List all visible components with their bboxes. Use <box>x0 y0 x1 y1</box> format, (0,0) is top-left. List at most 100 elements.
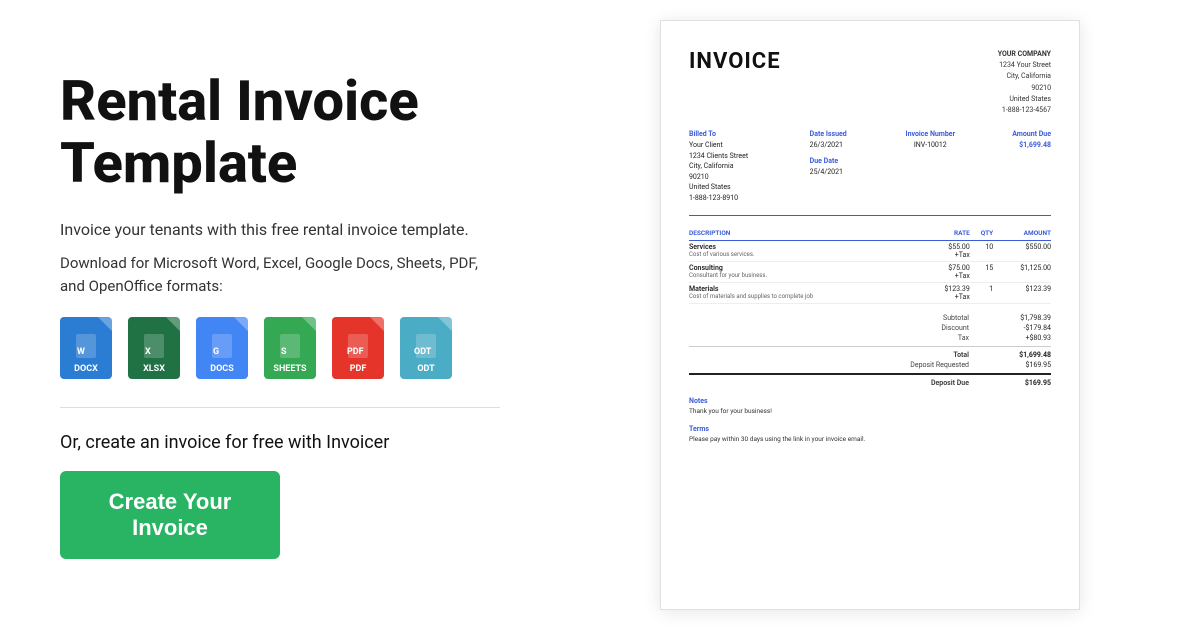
discount-label: Discount <box>881 324 981 332</box>
invoice-totals: Subtotal $1,798.39 Discount -$179.84 Tax… <box>689 314 1051 387</box>
table-row: Materials Cost of materials and supplies… <box>689 283 1051 304</box>
client-name: Your Client <box>689 140 790 151</box>
create-invoice-button[interactable]: Create Your Invoice <box>60 471 280 559</box>
invoice-terms: Terms Please pay within 30 days using th… <box>689 425 1051 443</box>
client-city: City, California <box>689 161 790 172</box>
item1-rate: $55.00+Tax <box>922 241 970 262</box>
item1-desc: Services Cost of various services. <box>689 241 922 262</box>
tax-label: Tax <box>881 334 981 342</box>
total-label: Total <box>881 351 981 359</box>
deposit-due-label: Deposit Due <box>881 379 981 387</box>
item3-rate: $123.39+Tax <box>922 283 970 304</box>
amount-due-label: Amount Due <box>984 130 1051 138</box>
left-panel: Rental Invoice Template Invoice your ten… <box>0 0 560 630</box>
invoice-table: DESCRIPTION RATE QTY AMOUNT Services Cos… <box>689 226 1051 304</box>
svg-text:X: X <box>145 347 151 357</box>
col-description: DESCRIPTION <box>689 226 922 241</box>
notes-label: Notes <box>689 397 1051 405</box>
invoice-number-label: Invoice Number <box>897 130 964 138</box>
format-icon-gdocs[interactable]: G DOCS <box>196 317 248 379</box>
svg-text:S: S <box>281 347 287 357</box>
company-name: YOUR COMPANY <box>998 49 1051 60</box>
col-qty: QTY <box>970 226 993 241</box>
right-panel: INVOICE YOUR COMPANY 1234 Your Street Ci… <box>560 0 1200 630</box>
invoice-meta: Billed To Your Client 1234 Clients Stree… <box>689 130 1051 203</box>
subtotal-value: $1,798.39 <box>981 314 1051 322</box>
item2-qty: 15 <box>970 262 993 283</box>
invoice-title: INVOICE <box>689 49 781 74</box>
section-divider <box>60 407 500 408</box>
svg-text:PDF: PDF <box>347 347 364 357</box>
subtitle: Invoice your tenants with this free rent… <box>60 218 500 242</box>
billed-to-section: Billed To Your Client 1234 Clients Stree… <box>689 130 790 203</box>
format-icon-gsheets[interactable]: S SHEETS <box>264 317 316 379</box>
total-value: $1,699.48 <box>981 351 1051 359</box>
gdocs-label: DOCS <box>210 364 233 374</box>
deposit-requested-value: $169.95 <box>981 361 1051 369</box>
format-icon-docx[interactable]: W DOCX <box>60 317 112 379</box>
format-icon-xlsx[interactable]: X XLSX <box>128 317 180 379</box>
deposit-requested-row: Deposit Requested $169.95 <box>689 361 1051 369</box>
cta-text: Or, create an invoice for free with Invo… <box>60 432 500 453</box>
item2-rate: $75.00+Tax <box>922 262 970 283</box>
client-phone: 1-888-123-8910 <box>689 193 790 204</box>
company-phone: 1-888-123-4567 <box>998 105 1051 116</box>
item3-amount: $123.39 <box>993 283 1051 304</box>
date-issued-label: Date Issued <box>810 130 877 138</box>
terms-text: Please pay within 30 days using the link… <box>689 435 1051 443</box>
table-row: Services Cost of various services. $55.0… <box>689 241 1051 262</box>
deposit-due-row: Deposit Due $169.95 <box>689 379 1051 387</box>
pdf-label: PDF <box>350 364 367 374</box>
amount-due-section: Amount Due $1,699.48 <box>984 130 1051 203</box>
svg-text:W: W <box>77 347 85 357</box>
company-city: City, California <box>998 71 1051 82</box>
invoice-divider <box>689 215 1051 216</box>
terms-label: Terms <box>689 425 1051 433</box>
xlsx-label: XLSX <box>143 364 165 374</box>
invoice-number-section: Invoice Number INV-10012 <box>897 130 964 203</box>
discount-row: Discount -$179.84 <box>689 324 1051 332</box>
docx-label: DOCX <box>74 364 98 374</box>
formats-text: Download for Microsoft Word, Excel, Goog… <box>60 252 500 297</box>
company-zip: 90210 <box>998 83 1051 94</box>
svg-text:G: G <box>213 347 219 357</box>
col-amount: AMOUNT <box>993 226 1051 241</box>
odt-label: ODT <box>417 364 434 374</box>
svg-text:ODT: ODT <box>414 347 432 357</box>
tax-row: Tax +$80.93 <box>689 334 1051 342</box>
item3-desc: Materials Cost of materials and supplies… <box>689 283 922 304</box>
subtotal-row: Subtotal $1,798.39 <box>689 314 1051 322</box>
date-issued-value: 26/3/2021 <box>810 140 877 151</box>
dates-section: Date Issued 26/3/2021 Due Date 25/4/2021 <box>810 130 877 203</box>
deposit-due-divider <box>689 373 1051 375</box>
invoice-notes: Notes Thank you for your business! <box>689 397 1051 415</box>
company-info: YOUR COMPANY 1234 Your Street City, Cali… <box>998 49 1051 116</box>
subtotal-label: Subtotal <box>881 314 981 322</box>
item3-qty: 1 <box>970 283 993 304</box>
company-address: 1234 Your Street <box>998 60 1051 71</box>
item2-desc: Consulting Consultant for your business. <box>689 262 922 283</box>
due-date-value: 25/4/2021 <box>810 167 877 178</box>
deposit-requested-label: Deposit Requested <box>881 361 981 369</box>
format-icon-pdf[interactable]: PDF PDF <box>332 317 384 379</box>
table-row: Consulting Consultant for your business.… <box>689 262 1051 283</box>
gsheets-label: SHEETS <box>273 364 306 374</box>
item1-amount: $550.00 <box>993 241 1051 262</box>
invoice-preview: INVOICE YOUR COMPANY 1234 Your Street Ci… <box>660 20 1080 610</box>
amount-due-value: $1,699.48 <box>984 140 1051 151</box>
client-country: United States <box>689 182 790 193</box>
format-icon-odt[interactable]: ODT ODT <box>400 317 452 379</box>
notes-text: Thank you for your business! <box>689 407 1051 415</box>
invoice-header: INVOICE YOUR COMPANY 1234 Your Street Ci… <box>689 49 1051 116</box>
deposit-due-value: $169.95 <box>981 379 1051 387</box>
billed-to-label: Billed To <box>689 130 790 138</box>
item2-amount: $1,125.00 <box>993 262 1051 283</box>
client-zip: 90210 <box>689 172 790 183</box>
invoice-number-value: INV-10012 <box>897 140 964 151</box>
due-date-label: Due Date <box>810 157 877 165</box>
col-rate: RATE <box>922 226 970 241</box>
client-address: 1234 Clients Street <box>689 151 790 162</box>
item1-qty: 10 <box>970 241 993 262</box>
company-country: United States <box>998 94 1051 105</box>
discount-value: -$179.84 <box>981 324 1051 332</box>
